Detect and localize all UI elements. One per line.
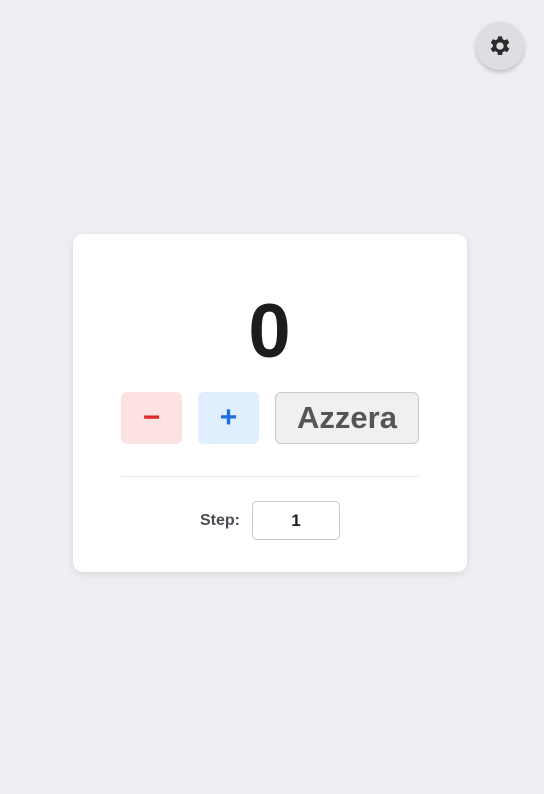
theme-toggle-button[interactable] <box>476 22 524 70</box>
decrement-button[interactable]: − <box>121 392 182 444</box>
gear-icon <box>487 33 513 59</box>
increment-button[interactable]: + <box>198 392 259 444</box>
reset-button[interactable]: Azzera <box>275 392 419 444</box>
counter-value: 0 <box>248 289 291 374</box>
step-input[interactable] <box>252 501 340 540</box>
counter-app: 0 − + Azzera Step: <box>0 0 544 794</box>
step-label: Step: <box>200 512 240 529</box>
divider <box>121 476 419 477</box>
